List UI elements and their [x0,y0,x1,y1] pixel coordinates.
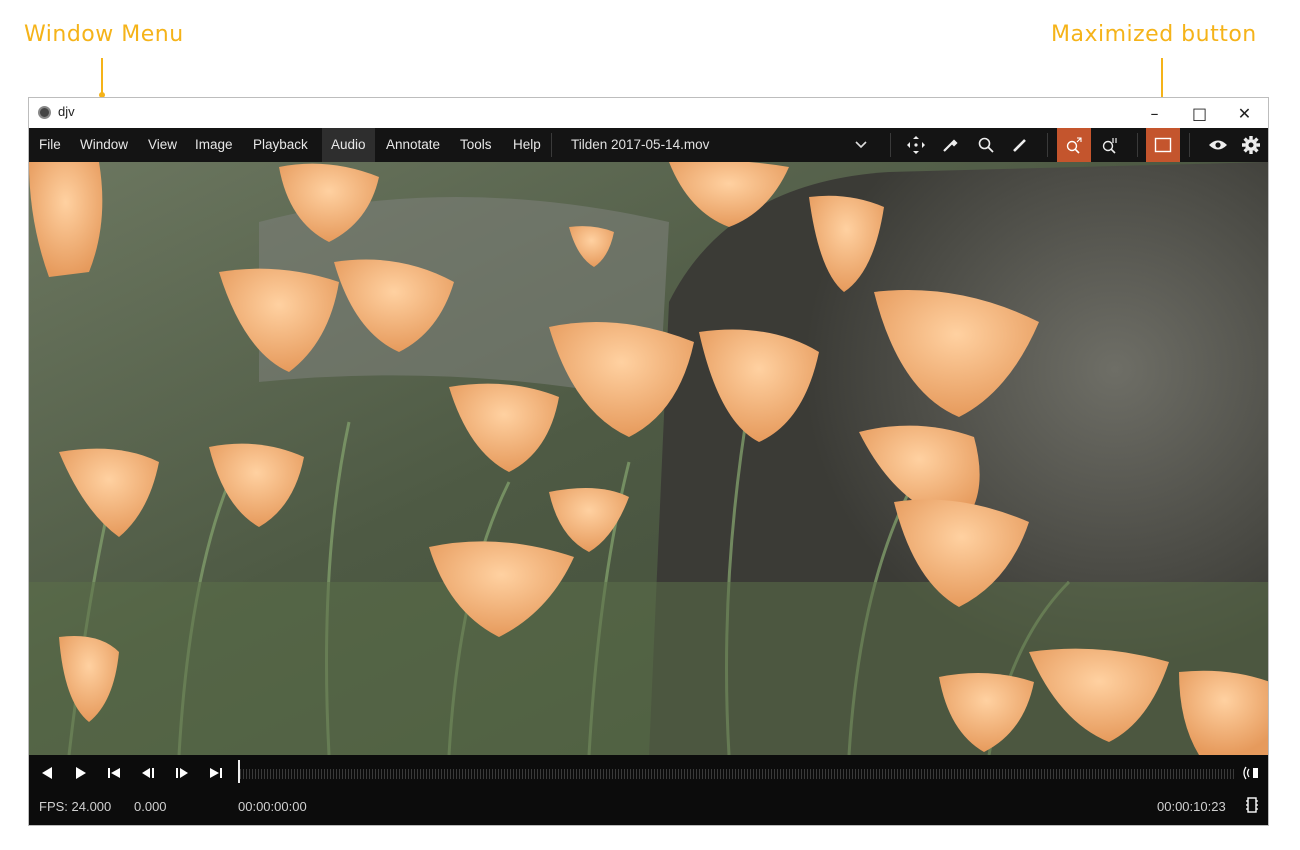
file-selector[interactable]: Tilden 2017-05-14.mov [571,128,709,162]
step-forward-icon[interactable] [172,763,192,783]
callout-line-window-menu [101,58,103,94]
layout-icon[interactable] [1242,795,1262,815]
menu-view[interactable]: View [148,128,177,162]
maximize-button[interactable]: □ [1177,98,1222,128]
zoom-actual-icon[interactable] [1093,128,1127,162]
image-viewport[interactable] [29,162,1268,755]
maximize-view-icon[interactable] [1146,128,1180,162]
eye-icon[interactable] [1201,128,1235,162]
toolbar-separator [1137,133,1138,157]
zoom-fit-icon[interactable] [1057,128,1091,162]
current-time[interactable]: 00:00:00:00 [238,799,307,814]
menu-help[interactable]: Help [513,128,541,162]
toolbar-separator [890,133,891,157]
menu-tools[interactable]: Tools [460,128,492,162]
callout-window-menu: Window Menu [24,22,184,47]
menu-image[interactable]: Image [195,128,233,162]
minimize-button[interactable]: – [1132,98,1177,128]
menu-playback[interactable]: Playback [253,128,308,162]
realtime-readout: 0.000 [134,799,167,814]
gear-icon[interactable] [1234,128,1268,162]
app-icon [38,106,51,119]
toolbar-separator [1047,133,1048,157]
skip-end-icon[interactable] [206,763,226,783]
title-bar: djv – □ ✕ [29,98,1268,128]
menu-bar: File Window View Image Playback Audio An… [29,128,1268,162]
annotate-pen-icon[interactable] [1003,128,1037,162]
fps-readout: FPS: 24.000 [39,799,112,814]
app-window: djv – □ ✕ File Window View Image Playbac… [28,97,1269,826]
callout-maximized-button: Maximized button [1051,22,1257,47]
app-title: djv [58,104,75,119]
timeline[interactable] [240,762,1234,784]
menu-file[interactable]: File [39,128,61,162]
toolbar-separator [1189,133,1190,157]
magnify-icon[interactable] [969,128,1003,162]
play-forward-icon[interactable] [71,763,91,783]
end-time[interactable]: 00:00:10:23 [1157,799,1226,814]
playhead[interactable] [238,760,240,783]
menu-audio[interactable]: Audio [322,128,375,162]
step-back-icon[interactable] [138,763,158,783]
color-picker-icon[interactable] [933,128,967,162]
menu-window[interactable]: Window [80,128,128,162]
menu-annotate[interactable]: Annotate [386,128,440,162]
pan-icon[interactable] [899,128,933,162]
play-reverse-icon[interactable] [37,763,57,783]
playback-controls: FPS: 24.000 0.000 00:00:00:00 00:00:10:2… [29,755,1268,825]
skip-start-icon[interactable] [104,763,124,783]
chevron-down-icon[interactable] [844,128,878,162]
close-button[interactable]: ✕ [1222,98,1267,128]
flower-image [29,162,1268,755]
menu-separator [551,133,552,157]
audio-icon[interactable] [1242,763,1262,783]
